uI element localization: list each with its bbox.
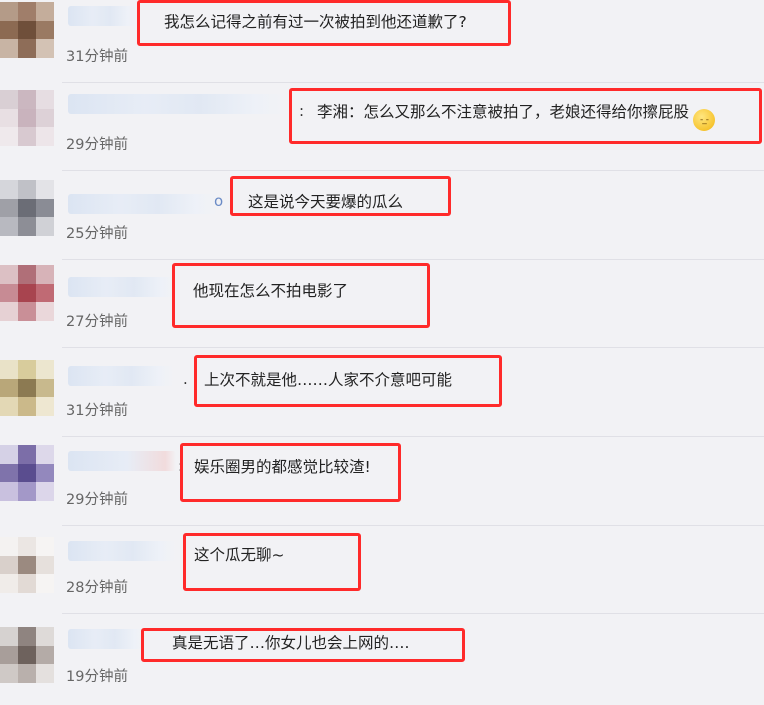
avatar[interactable] — [0, 90, 54, 146]
comment-timestamp: 19分钟前 — [66, 669, 128, 685]
name-colon: o — [214, 192, 224, 210]
divider — [62, 613, 764, 614]
comment-item: : 娱乐圈男的都感觉比较渣! 29分钟前 — [0, 441, 764, 529]
avatar[interactable] — [0, 537, 54, 593]
comment-timestamp: 31分钟前 — [66, 49, 128, 65]
username-blurred[interactable] — [68, 6, 138, 26]
divider — [62, 82, 764, 83]
username-blurred[interactable] — [68, 451, 176, 471]
highlight-box — [289, 88, 762, 144]
highlight-box — [141, 628, 465, 662]
comment-list: 我怎么记得之前有过一次被拍到他还道歉了? 31分钟前 : 李湘：怎么又那么不注意… — [0, 0, 764, 698]
highlight-box — [172, 263, 430, 328]
avatar[interactable] — [0, 360, 54, 416]
highlight-box — [183, 533, 361, 591]
username-blurred[interactable] — [68, 194, 218, 214]
comment-item: o 这是说今天要爆的瓜么 25分钟前 — [0, 176, 764, 264]
divider — [62, 347, 764, 348]
name-colon: . — [183, 370, 188, 388]
highlight-box — [194, 355, 502, 407]
comment-item: 真是无语了…你女儿也会上网的…. 19分钟前 — [0, 617, 764, 705]
comment-item: 我怎么记得之前有过一次被拍到他还道歉了? 31分钟前 — [0, 0, 764, 88]
username-blurred[interactable] — [68, 541, 176, 561]
comment-timestamp: 29分钟前 — [66, 137, 128, 153]
avatar[interactable] — [0, 627, 54, 683]
divider — [62, 436, 764, 437]
avatar[interactable] — [0, 2, 54, 58]
comment-item: : 李湘：怎么又那么不注意被拍了，老娘还得给你擦屁股 -_- 29分钟前 — [0, 88, 764, 176]
comment-item: 这个瓜无聊~ 28分钟前 — [0, 529, 764, 617]
avatar[interactable] — [0, 265, 54, 321]
username-blurred[interactable] — [68, 366, 174, 386]
username-blurred[interactable] — [68, 94, 288, 114]
comment-timestamp: 29分钟前 — [66, 492, 128, 508]
highlight-box — [230, 176, 451, 216]
username-blurred[interactable] — [68, 629, 146, 649]
highlight-box — [180, 443, 401, 502]
comment-item: . 上次不就是他……人家不介意吧可能 31分钟前 — [0, 352, 764, 440]
comment-item: 他现在怎么不拍电影了 27分钟前 — [0, 263, 764, 351]
comment-timestamp: 25分钟前 — [66, 226, 128, 242]
divider — [62, 525, 764, 526]
avatar[interactable] — [0, 180, 54, 236]
comment-timestamp: 27分钟前 — [66, 314, 128, 330]
comment-timestamp: 28分钟前 — [66, 580, 128, 596]
highlight-box — [137, 0, 511, 46]
avatar[interactable] — [0, 445, 54, 501]
username-blurred[interactable] — [68, 277, 178, 297]
divider — [62, 170, 764, 171]
comment-timestamp: 31分钟前 — [66, 403, 128, 419]
divider — [62, 259, 764, 260]
